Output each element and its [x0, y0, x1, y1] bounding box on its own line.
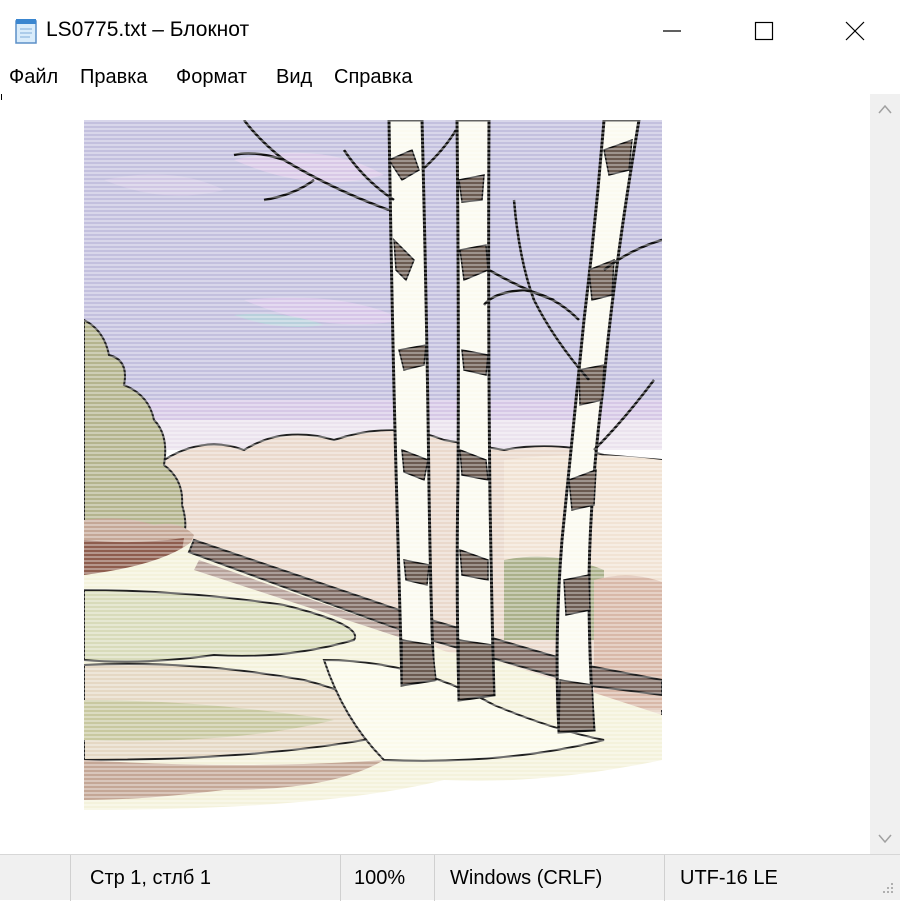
status-divider — [434, 855, 435, 901]
scroll-up-button[interactable] — [870, 94, 900, 124]
menu-bar: Файл Правка Формат Вид Справка — [0, 62, 900, 92]
line-endings: Windows (CRLF) — [450, 867, 603, 889]
maximize-button[interactable] — [718, 0, 810, 62]
status-divider — [340, 855, 341, 901]
notepad-icon — [15, 19, 37, 44]
minimize-icon — [663, 30, 681, 32]
chevron-down-icon — [878, 834, 892, 844]
window-title: LS0775.txt – Блокнот — [46, 18, 250, 41]
ascii-art-picture — [84, 120, 662, 818]
zoom-level: 100% — [354, 867, 406, 889]
menu-view[interactable]: Вид — [276, 62, 312, 92]
chevron-up-icon — [878, 104, 892, 114]
cursor-position: Стр 1, стлб 1 — [90, 867, 212, 889]
scroll-down-button[interactable] — [870, 824, 900, 854]
encoding: UTF-16 LE — [680, 867, 778, 889]
text-caret — [1, 94, 2, 100]
status-divider — [664, 855, 665, 901]
status-divider — [70, 855, 71, 901]
close-icon — [845, 21, 865, 41]
menu-edit[interactable]: Правка — [80, 62, 148, 92]
close-button[interactable] — [810, 0, 900, 62]
maximize-icon — [754, 21, 774, 41]
menu-help[interactable]: Справка — [334, 62, 412, 92]
title-bar: LS0775.txt – Блокнот — [0, 0, 900, 62]
menu-file[interactable]: Файл — [9, 62, 58, 92]
vertical-scrollbar[interactable] — [870, 94, 900, 854]
minimize-button[interactable] — [626, 0, 718, 62]
status-bar: Стр 1, стлб 1 100% Windows (CRLF) UTF-16… — [0, 854, 900, 901]
resize-grip-icon[interactable] — [876, 876, 896, 896]
menu-format[interactable]: Формат — [176, 62, 247, 92]
